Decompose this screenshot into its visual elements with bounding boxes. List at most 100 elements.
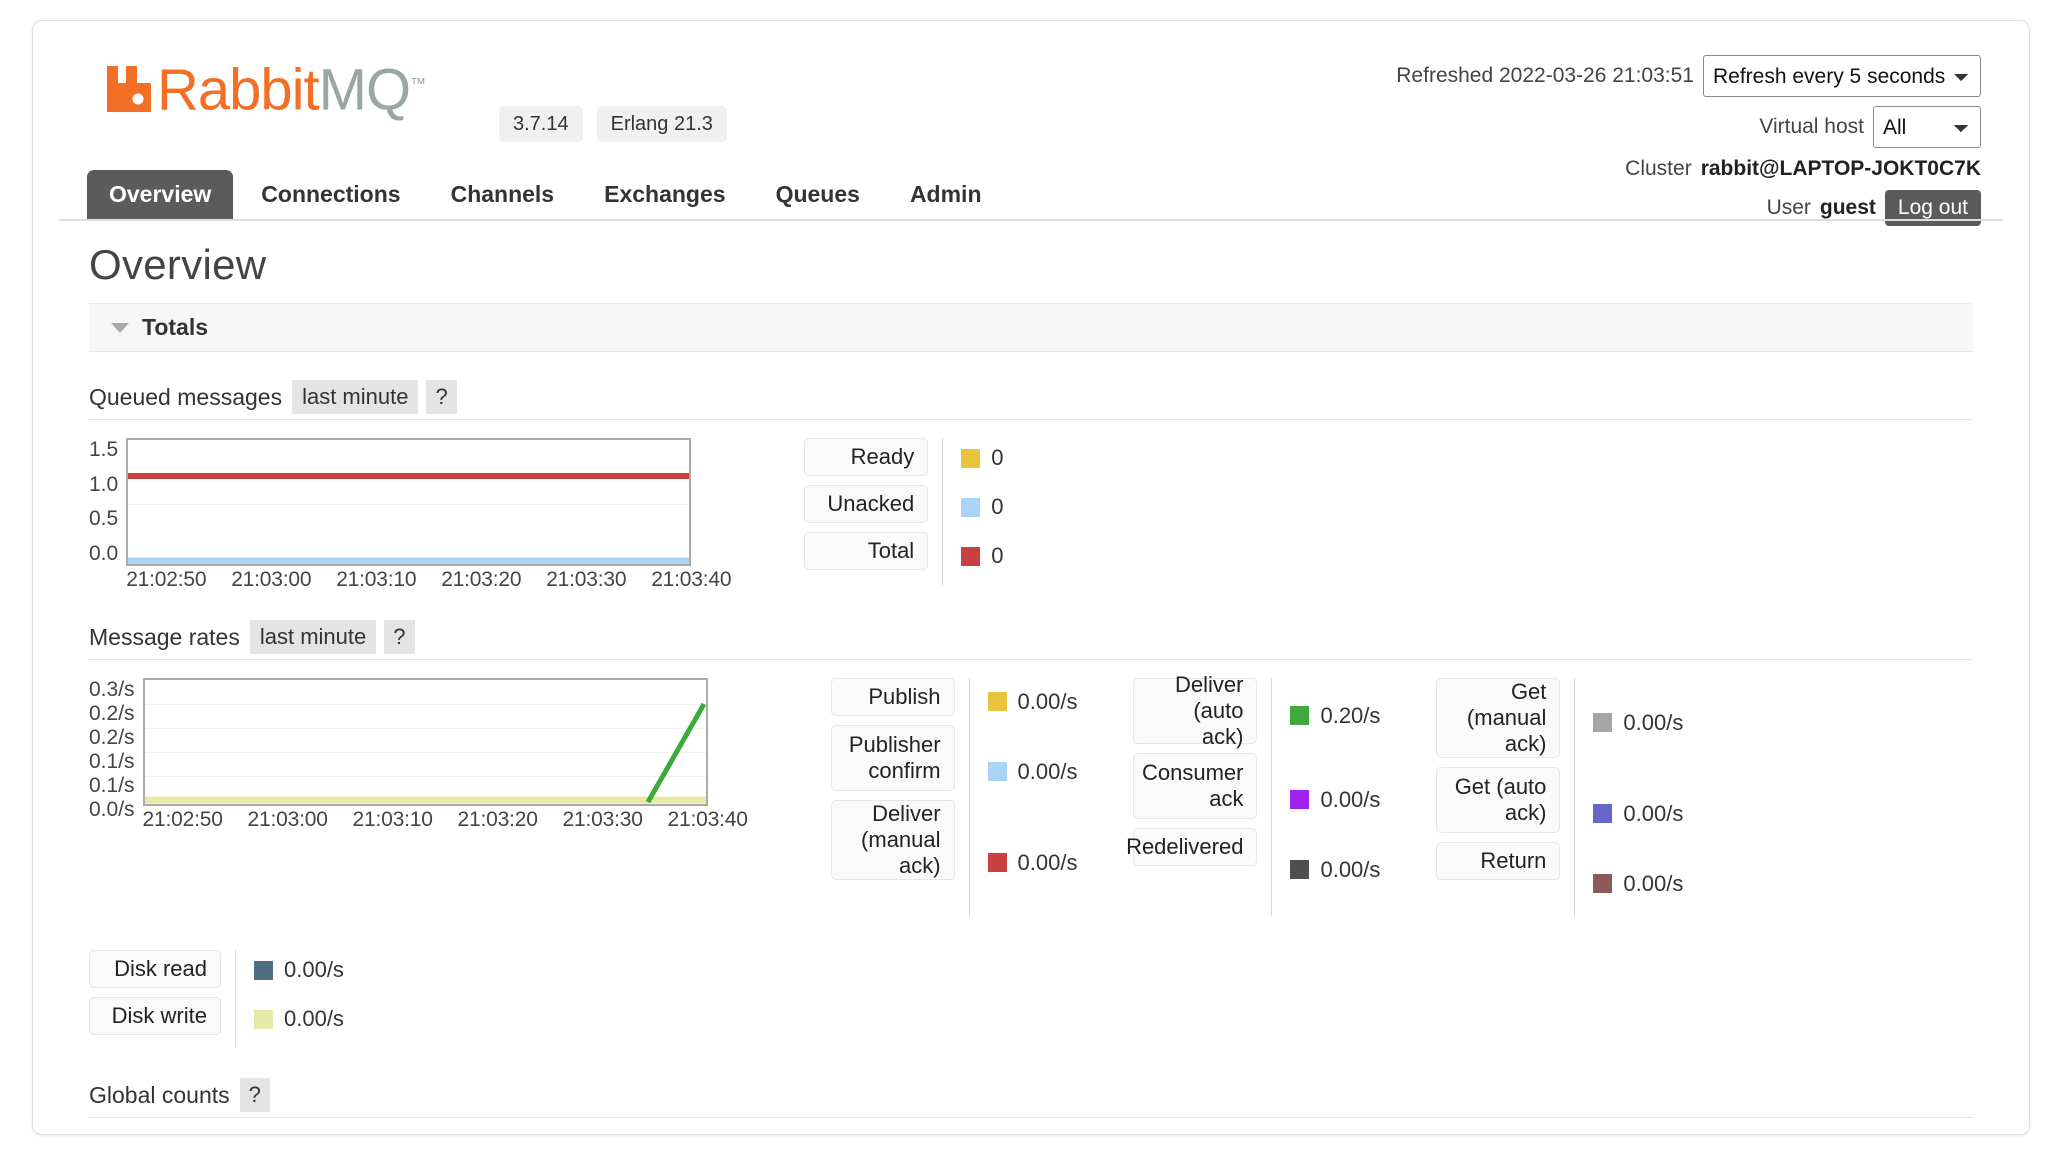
queued-messages-period-chip[interactable]: last minute <box>292 380 419 414</box>
legend-column: Get (manual ack) Get (auto ack) Return 0.00… <box>1436 678 1683 916</box>
legend-color-swatch <box>254 960 273 980</box>
vhost-select[interactable]: All <box>1873 106 1981 148</box>
y-tick-label: 0.2/s <box>89 702 135 725</box>
legend-value-row: 0 <box>961 438 1003 478</box>
x-tick-label: 21:03:00 <box>231 568 312 591</box>
x-tick-label: 21:03:30 <box>562 808 643 831</box>
legend-value-row: 0.00/s <box>1593 860 1683 907</box>
global-counts-header: Global counts ? <box>89 1078 1973 1118</box>
legend-color-swatch <box>1593 713 1613 732</box>
legend-value: 0.00/s <box>1623 870 1684 896</box>
legend-color-swatch <box>987 762 1007 781</box>
logo-text-rabbit: Rabbit <box>157 57 320 123</box>
legend-value-row: 0.00/s <box>1290 846 1380 893</box>
tab-exchanges[interactable]: Exchanges <box>582 170 747 219</box>
legend-label-button[interactable]: Publish <box>830 678 955 716</box>
vhost-label: Virtual host <box>1759 115 1864 138</box>
legend-color-swatch <box>1593 804 1613 823</box>
legend-color-swatch <box>961 497 981 517</box>
erlang-version-badge: Erlang 21.3 <box>596 106 727 142</box>
global-counts-help-icon[interactable]: ? <box>239 1078 270 1112</box>
legend-color-swatch <box>254 1009 273 1029</box>
tab-overview[interactable]: Overview <box>87 170 234 219</box>
tab-connections[interactable]: Connections <box>239 170 422 219</box>
legend-value: 0.00/s <box>1017 758 1078 784</box>
message-rates-x-axis: 21:02:50 21:03:00 21:03:10 21:03:20 21:03:30… <box>143 808 773 832</box>
refresh-row: Refreshed 2022-03-26 21:03:51 Refresh ev… <box>1396 55 1981 97</box>
legend-label-button[interactable]: Get (manual ack) <box>1436 678 1561 758</box>
legend-label-button[interactable]: Ready <box>804 438 929 476</box>
x-tick-label: 21:02:50 <box>142 808 223 831</box>
legend-value: 0 <box>991 494 1004 519</box>
legend-value: 0.00/s <box>1623 800 1684 826</box>
x-tick-label: 21:03:40 <box>651 568 732 591</box>
legend-column: Deliver (auto ack) Consumer ack Redelivere… <box>1126 672 1380 916</box>
app-window: RabbitMQ™ 3.7.14 Erlang 21.3 Refreshed 2… <box>32 20 2030 1135</box>
x-tick-label: 21:02:50 <box>126 568 207 591</box>
disk-label-button[interactable]: Disk read <box>89 950 221 988</box>
legend-label-button[interactable]: Publisher confirm <box>830 725 955 791</box>
legend-value: 0.00/s <box>1017 688 1078 714</box>
message-rates-header: Message rates last minute ? <box>89 620 1973 660</box>
legend-value-row: 0.00/s <box>1593 776 1683 851</box>
legend-label-button[interactable]: Deliver (manual ack) <box>830 800 955 880</box>
disk-label-button[interactable]: Disk write <box>89 997 221 1035</box>
legend-value-row: 0.00/s <box>987 734 1078 809</box>
queued-messages-help-icon[interactable]: ? <box>426 380 457 414</box>
queued-messages-x-axis: 21:02:50 21:03:00 21:03:10 21:03:20 21:03:30… <box>126 568 756 592</box>
totals-section-label: Totals <box>142 314 209 340</box>
legend-labels: Publish Publisher confirm Deliver (manual … <box>830 678 955 916</box>
legend-color-swatch <box>961 546 981 566</box>
main-navigation: Overview Connections Channels Exchanges Queu… <box>59 170 2003 221</box>
legend-color-swatch <box>1290 790 1310 809</box>
y-tick-label: 0.0 <box>89 541 119 565</box>
x-tick-label: 21:03:40 <box>667 808 748 831</box>
message-rates-period-chip[interactable]: last minute <box>249 620 377 654</box>
legend-label-button[interactable]: Total <box>804 532 929 570</box>
legend-value-row: 0.00/s <box>1593 678 1683 767</box>
legend-value-row: 0 <box>961 536 1003 576</box>
queued-messages-y-axis: 1.5 1.0 0.5 0.0 <box>89 438 126 566</box>
y-tick-label: 1.0 <box>89 472 119 496</box>
tab-channels[interactable]: Channels <box>429 170 577 219</box>
legend-value-row: 0.00/s <box>254 950 344 990</box>
tab-admin[interactable]: Admin <box>888 170 1004 219</box>
rabbitmq-logo-icon <box>101 62 153 114</box>
chevron-down-icon[interactable] <box>111 322 129 333</box>
message-rates-title: Message rates <box>89 623 240 650</box>
legend-label-button[interactable]: Get (auto ack) <box>1436 767 1561 833</box>
rabbitmq-logo[interactable]: RabbitMQ™ <box>101 61 426 119</box>
version-pills: 3.7.14 Erlang 21.3 <box>499 106 727 142</box>
totals-section-header[interactable]: Totals <box>89 303 1973 352</box>
x-tick-label: 21:03:00 <box>247 808 328 831</box>
legend-value: 0.00/s <box>1320 786 1381 812</box>
disk-values: 0.00/s 0.00/s <box>235 950 344 1048</box>
queued-messages-chart: 1.5 1.0 0.5 0.0 21:02:50 21:03:00 21:03:10 21:… <box>89 438 756 592</box>
legend-label-button[interactable]: Return <box>1436 842 1561 880</box>
legend-color-swatch <box>987 853 1007 872</box>
tab-queues[interactable]: Queues <box>754 170 882 219</box>
legend-labels: Get (manual ack) Get (auto ack) Return <box>1436 678 1561 916</box>
page-content: Overview Totals Queued messages last min… <box>59 221 2003 1134</box>
message-rates-chart-block: 0.3/s 0.2/s 0.2/s 0.1/s 0.1/s 0.0/s 21:0… <box>89 672 1973 916</box>
legend-label-button[interactable]: Consumer ack <box>1133 753 1258 819</box>
legend-color-swatch <box>987 692 1007 711</box>
legend-column: Publish Publisher confirm Deliver (manual … <box>830 678 1078 916</box>
message-rates-help-icon[interactable]: ? <box>384 620 415 654</box>
legend-values: 0.00/s 0.00/s 0.00/s <box>1574 678 1683 916</box>
x-tick-label: 21:03:20 <box>441 568 522 591</box>
legend-label-button[interactable]: Redelivered <box>1126 828 1258 866</box>
logo-trademark: ™ <box>410 76 426 93</box>
legend-label-button[interactable]: Deliver (auto ack) <box>1133 672 1258 749</box>
legend-label-button[interactable]: Unacked <box>804 485 929 523</box>
refreshed-timestamp: Refreshed 2022-03-26 21:03:51 <box>1396 64 1694 87</box>
disk-labels: Disk read Disk write <box>89 950 221 1048</box>
y-tick-label: 0.2/s <box>89 726 135 749</box>
legend-value: 0.00/s <box>1623 709 1684 735</box>
refresh-interval-select[interactable]: Refresh every 5 seconds <box>1703 55 1981 97</box>
queued-messages-legend-values: 0 0 0 <box>942 438 1003 585</box>
queued-messages-plot-area <box>126 438 692 566</box>
x-tick-label: 21:03:20 <box>457 808 538 831</box>
legend-values: 0.20/s 0.00/s 0.00/s <box>1271 678 1380 916</box>
rabbitmq-version-badge: 3.7.14 <box>499 106 583 142</box>
